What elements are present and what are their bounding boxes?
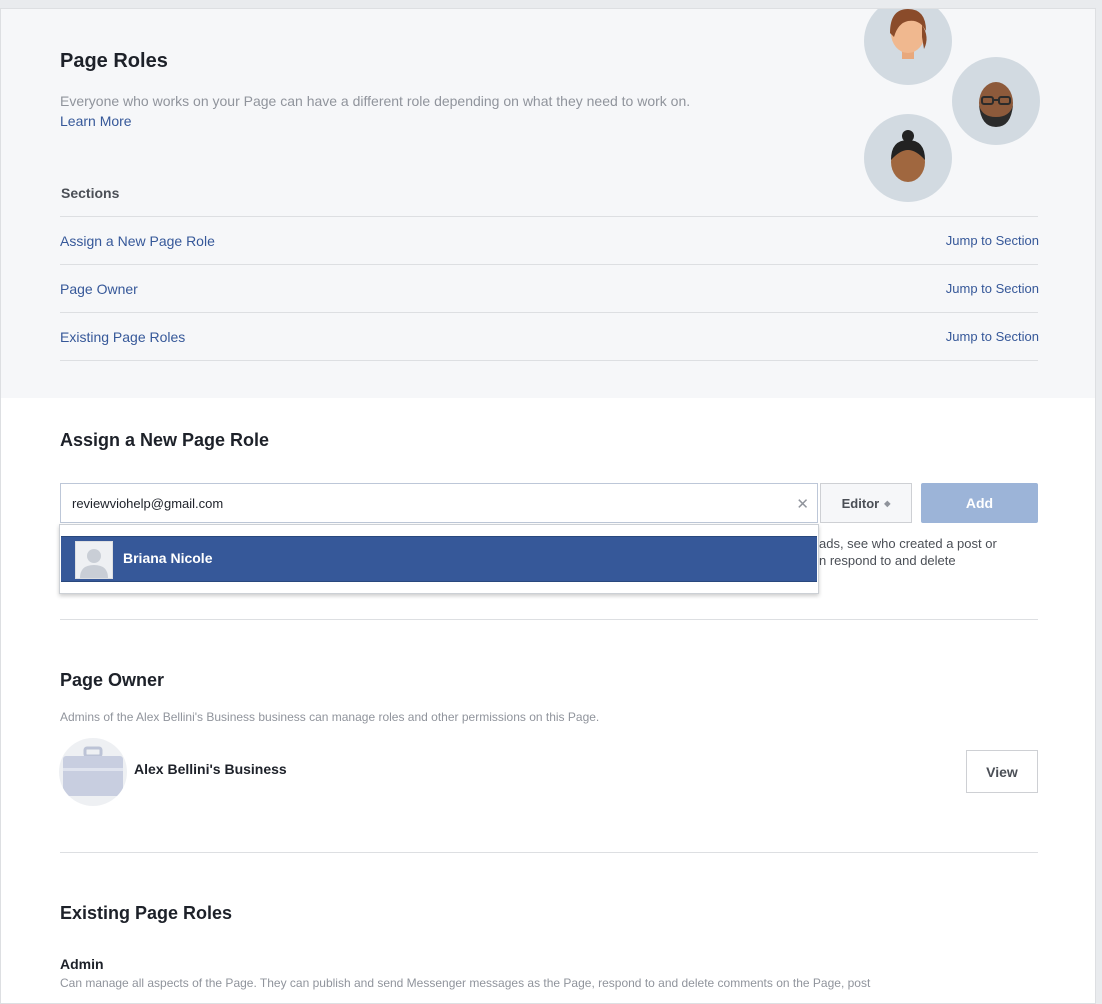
section-link-assign[interactable]: Assign a New Page Role xyxy=(60,233,215,249)
page-roles-panel: Page Roles Everyone who works on your Pa… xyxy=(0,8,1096,1004)
divider xyxy=(60,216,1038,217)
learn-more-link[interactable]: Learn More xyxy=(60,113,132,129)
person-search-field[interactable]: ✕ xyxy=(60,483,818,523)
page-owner-description: Admins of the Alex Bellini's Business bu… xyxy=(60,710,600,724)
updown-caret-icon: ◆ xyxy=(884,498,891,508)
divider xyxy=(60,852,1038,853)
suggestion-name: Briana Nicole xyxy=(123,550,213,566)
role-name: Admin xyxy=(60,956,104,972)
suggestion-item[interactable]: Briana Nicole xyxy=(61,536,817,582)
role-description-line: n respond to and delete xyxy=(819,553,956,568)
jump-to-section-owner[interactable]: Jump to Section xyxy=(946,281,1039,296)
page-title: Page Roles xyxy=(60,50,168,72)
woman-avatar-icon xyxy=(864,9,952,85)
jump-to-section-assign[interactable]: Jump to Section xyxy=(946,233,1039,248)
role-select[interactable]: Editor ◆ xyxy=(820,483,912,523)
existing-roles-heading: Existing Page Roles xyxy=(60,903,233,923)
sections-heading: Sections xyxy=(61,185,120,201)
role-select-label: Editor xyxy=(841,495,880,511)
page-roles-description: Everyone who works on your Page can have… xyxy=(60,93,691,109)
page-owner-heading: Page Owner xyxy=(60,670,165,690)
view-button[interactable]: View xyxy=(966,750,1038,793)
jump-to-section-existing[interactable]: Jump to Section xyxy=(946,329,1039,344)
bearded-man-avatar-icon xyxy=(952,57,1040,145)
clear-icon[interactable]: ✕ xyxy=(796,495,809,513)
role-description-line: ads, see who created a post or xyxy=(819,536,997,551)
assign-role-heading: Assign a New Page Role xyxy=(60,430,270,450)
default-profile-icon xyxy=(75,541,113,579)
role-description: Can manage all aspects of the Page. They… xyxy=(60,976,871,990)
role-description-partial: ads, see who created a post or n respond… xyxy=(819,535,997,569)
business-name: Alex Bellini's Business xyxy=(134,761,287,777)
divider xyxy=(60,619,1038,620)
woman-bun-avatar-icon xyxy=(864,114,952,202)
page-roles-header-area: Page Roles Everyone who works on your Pa… xyxy=(1,9,1095,398)
briefcase-icon xyxy=(59,738,127,806)
add-button[interactable]: Add xyxy=(921,483,1038,523)
person-search-input[interactable] xyxy=(72,484,772,522)
divider xyxy=(60,264,1038,265)
divider xyxy=(60,312,1038,313)
divider xyxy=(60,360,1038,361)
section-link-owner[interactable]: Page Owner xyxy=(60,281,138,297)
suggestion-dropdown: Briana Nicole xyxy=(59,524,819,594)
section-link-existing[interactable]: Existing Page Roles xyxy=(60,329,185,345)
